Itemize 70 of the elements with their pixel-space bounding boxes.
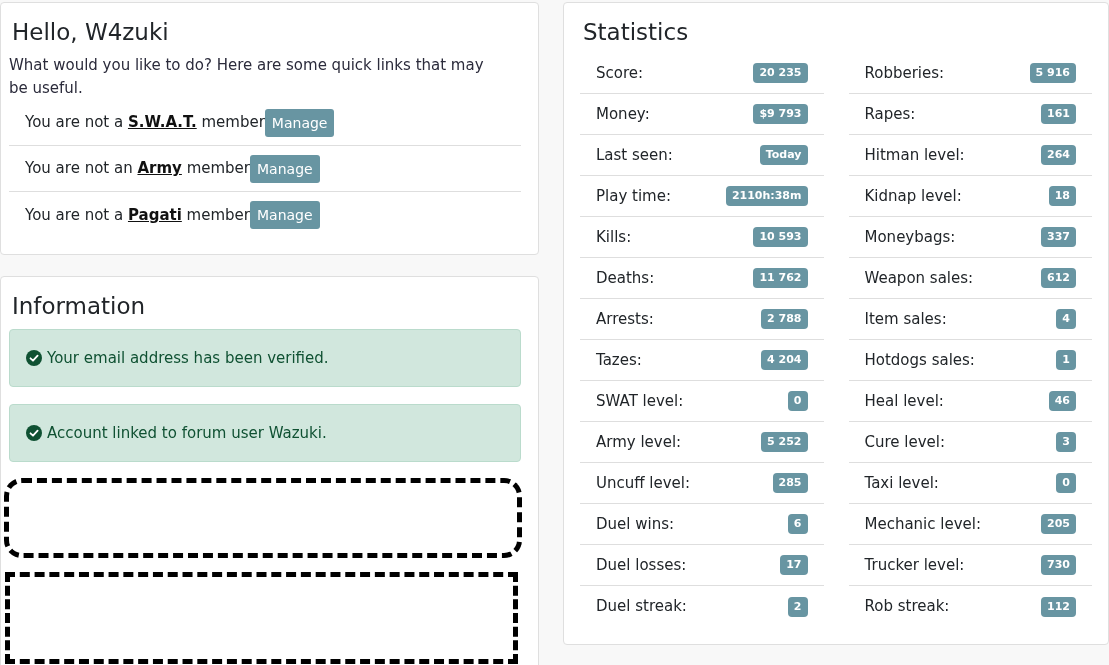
stat-badge: 730 (1041, 555, 1076, 575)
stat-badge: 2110h:38m (725, 186, 808, 206)
stat-label: SWAT level: (596, 390, 684, 412)
membership-text: You are not an Army member (25, 158, 250, 180)
stat-label: Item sales: (864, 308, 947, 330)
stat-label: Deaths: (596, 267, 655, 289)
greeting-title: Hello, W4zuki (11, 18, 169, 47)
stat-badge: 46 (1048, 391, 1076, 411)
stat-badge: 337 (1041, 227, 1076, 247)
stat-badge: 205 (1041, 514, 1076, 534)
stat-label: Kills: (596, 226, 632, 248)
stat-badge: 0 (1056, 473, 1076, 493)
stat-badge: 3 (1056, 432, 1076, 452)
stat-label: Army level: (596, 431, 682, 453)
membership-text: You are not a Pagati member (25, 204, 250, 226)
stat-label: Taxi level: (864, 472, 939, 494)
alert-text: Account linked to forum user Wazuki. (47, 422, 327, 444)
stat-badge: 11 762 (753, 268, 808, 288)
stat-badge: Today (759, 145, 808, 165)
group-link[interactable]: S.W.A.T. (127, 113, 197, 132)
stat-label: Rob streak: (864, 596, 950, 618)
stat-badge: 264 (1041, 145, 1076, 165)
check-circle-icon (26, 350, 42, 366)
stat-label: Money: (596, 103, 650, 125)
intro-text: What would you like to do? Here are some quick links that may be useful. (9, 55, 485, 99)
stat-badge: 2 788 (761, 309, 808, 329)
stat-label: Tazes: (596, 349, 642, 371)
stat-badge: 112 (1041, 596, 1076, 617)
stat-label: Play time: (596, 185, 671, 207)
stat-label: Last seen: (596, 144, 673, 166)
statistics-title: Statistics (582, 18, 689, 47)
stat-label: Arrests: (596, 308, 654, 330)
stat-badge: 4 (1056, 309, 1076, 329)
stat-badge: $9 793 (753, 104, 808, 124)
stat-badge: 6 (787, 514, 808, 534)
stat-label: Kidnap level: (864, 185, 962, 207)
stat-badge: 20 235 (753, 63, 808, 83)
stat-label: Trucker level: (864, 554, 965, 576)
group-link[interactable]: Army (137, 159, 182, 178)
stat-badge: 5 916 (1029, 63, 1076, 83)
stat-badge: 612 (1041, 268, 1076, 288)
stat-badge: 18 (1048, 186, 1076, 206)
stat-badge: 161 (1041, 104, 1076, 124)
check-circle-icon (26, 425, 42, 441)
stat-label: Rapes: (864, 103, 916, 125)
stat-badge: 2 (787, 596, 808, 617)
stat-label: Hotdogs sales: (864, 349, 975, 371)
stat-badge: 5 252 (761, 432, 808, 452)
stat-badge: 285 (772, 473, 808, 493)
stat-label: Score: (596, 62, 644, 84)
stat-label: Duel losses: (596, 554, 687, 576)
membership-text: You are not a S.W.A.T. member (25, 112, 265, 134)
stat-label: Heal level: (864, 390, 944, 412)
information-title: Information (11, 292, 146, 321)
stat-label: Moneybags: (864, 226, 956, 248)
stat-label: Duel wins: (596, 513, 675, 535)
stat-label: Mechanic level: (864, 513, 982, 535)
stat-label: Weapon sales: (864, 267, 974, 289)
group-link[interactable]: Pagati (127, 205, 182, 224)
stat-badge: 17 (780, 555, 808, 575)
stat-label: Cure level: (864, 431, 946, 453)
stat-badge: 1 (1056, 350, 1076, 370)
alert-text: Your email address has been verified. (47, 347, 329, 369)
stat-badge: 10 593 (753, 227, 808, 247)
stat-label: Uncuff level: (596, 472, 691, 494)
stat-label: Hitman level: (864, 144, 965, 166)
stat-badge: 0 (787, 391, 808, 411)
stat-label: Robberies: (864, 62, 945, 84)
stat-label: Duel streak: (596, 596, 687, 618)
stat-badge: 4 204 (761, 350, 808, 370)
